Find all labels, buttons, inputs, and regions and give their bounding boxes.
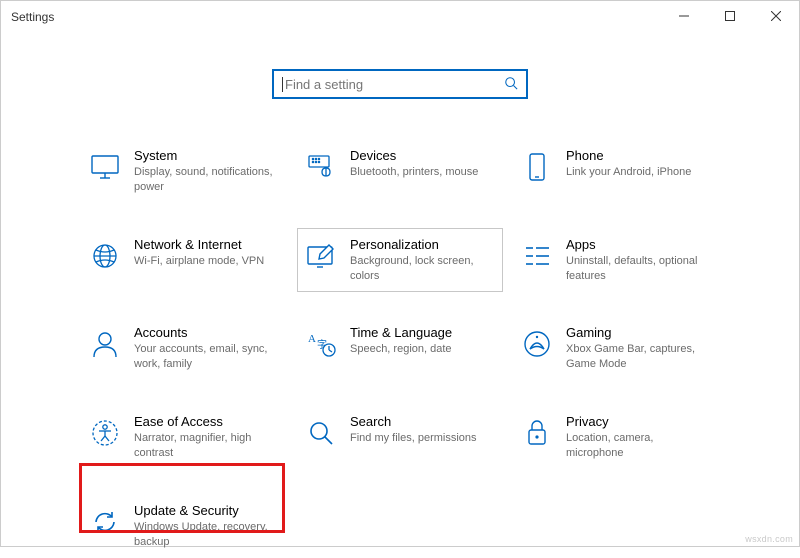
tile-desc: Speech, region, date (350, 342, 452, 357)
window-title: Settings (11, 8, 54, 24)
tile-desc: Windows Update, recovery, backup (134, 520, 276, 550)
tile-desc: Your accounts, email, sync, work, family (134, 342, 276, 372)
window-controls (661, 1, 799, 31)
tile-title: Gaming (566, 325, 708, 340)
tile-network[interactable]: Network & Internet Wi-Fi, airplane mode,… (81, 228, 287, 293)
close-button[interactable] (753, 1, 799, 31)
tile-desc: Location, camera, microphone (566, 431, 708, 461)
tile-gaming[interactable]: Gaming Xbox Game Bar, captures, Game Mod… (513, 316, 719, 381)
tile-title: Devices (350, 148, 478, 163)
tile-ease-of-access[interactable]: Ease of Access Narrator, magnifier, high… (81, 405, 287, 470)
tile-title: Apps (566, 237, 708, 252)
tile-personalization[interactable]: Personalization Background, lock screen,… (297, 228, 503, 293)
tile-desc: Xbox Game Bar, captures, Game Mode (566, 342, 708, 372)
tile-desc: Link your Android, iPhone (566, 165, 691, 180)
privacy-icon (520, 416, 554, 450)
network-icon (88, 239, 122, 273)
watermark: wsxdn.com (745, 534, 793, 544)
tile-privacy[interactable]: Privacy Location, camera, microphone (513, 405, 719, 470)
tile-devices[interactable]: Devices Bluetooth, printers, mouse (297, 139, 503, 204)
tile-title: Phone (566, 148, 691, 163)
tile-accounts[interactable]: Accounts Your accounts, email, sync, wor… (81, 316, 287, 381)
devices-icon (304, 150, 338, 184)
search-placeholder: Find a setting (285, 77, 504, 92)
tile-title: System (134, 148, 276, 163)
accounts-icon (88, 327, 122, 361)
text-caret (282, 77, 283, 92)
search-tile-icon (304, 416, 338, 450)
settings-grid: System Display, sound, notifications, po… (81, 139, 719, 558)
personalization-icon (304, 239, 338, 273)
search-container: Find a setting (1, 69, 799, 99)
tile-desc: Wi-Fi, airplane mode, VPN (134, 254, 264, 269)
tile-title: Accounts (134, 325, 276, 340)
phone-icon (520, 150, 554, 184)
tile-update-security[interactable]: Update & Security Windows Update, recove… (81, 494, 287, 558)
tile-title: Update & Security (134, 503, 276, 518)
search-icon (504, 76, 518, 93)
tile-search[interactable]: Search Find my files, permissions (297, 405, 503, 470)
tile-title: Personalization (350, 237, 492, 252)
tile-system[interactable]: System Display, sound, notifications, po… (81, 139, 287, 204)
gaming-icon (520, 327, 554, 361)
svg-text:A: A (308, 333, 316, 345)
tile-title: Privacy (566, 414, 708, 429)
tile-phone[interactable]: Phone Link your Android, iPhone (513, 139, 719, 204)
apps-icon (520, 239, 554, 273)
titlebar: Settings (1, 1, 799, 31)
tile-title: Time & Language (350, 325, 452, 340)
tile-time-language[interactable]: A 字 Time & Language Speech, region, date (297, 316, 503, 381)
search-input[interactable]: Find a setting (272, 69, 528, 99)
close-icon (771, 11, 781, 21)
maximize-icon (725, 11, 735, 21)
update-security-icon (88, 505, 122, 539)
minimize-button[interactable] (661, 1, 707, 31)
tile-desc: Display, sound, notifications, power (134, 165, 276, 195)
tile-desc: Find my files, permissions (350, 431, 477, 446)
system-icon (88, 150, 122, 184)
maximize-button[interactable] (707, 1, 753, 31)
time-language-icon: A 字 (304, 327, 338, 361)
tile-title: Search (350, 414, 477, 429)
ease-of-access-icon (88, 416, 122, 450)
tile-title: Ease of Access (134, 414, 276, 429)
tile-desc: Uninstall, defaults, optional features (566, 254, 708, 284)
tile-desc: Bluetooth, printers, mouse (350, 165, 478, 180)
tile-desc: Background, lock screen, colors (350, 254, 492, 284)
tile-apps[interactable]: Apps Uninstall, defaults, optional featu… (513, 228, 719, 293)
tile-desc: Narrator, magnifier, high contrast (134, 431, 276, 461)
minimize-icon (679, 11, 689, 21)
tile-title: Network & Internet (134, 237, 264, 252)
